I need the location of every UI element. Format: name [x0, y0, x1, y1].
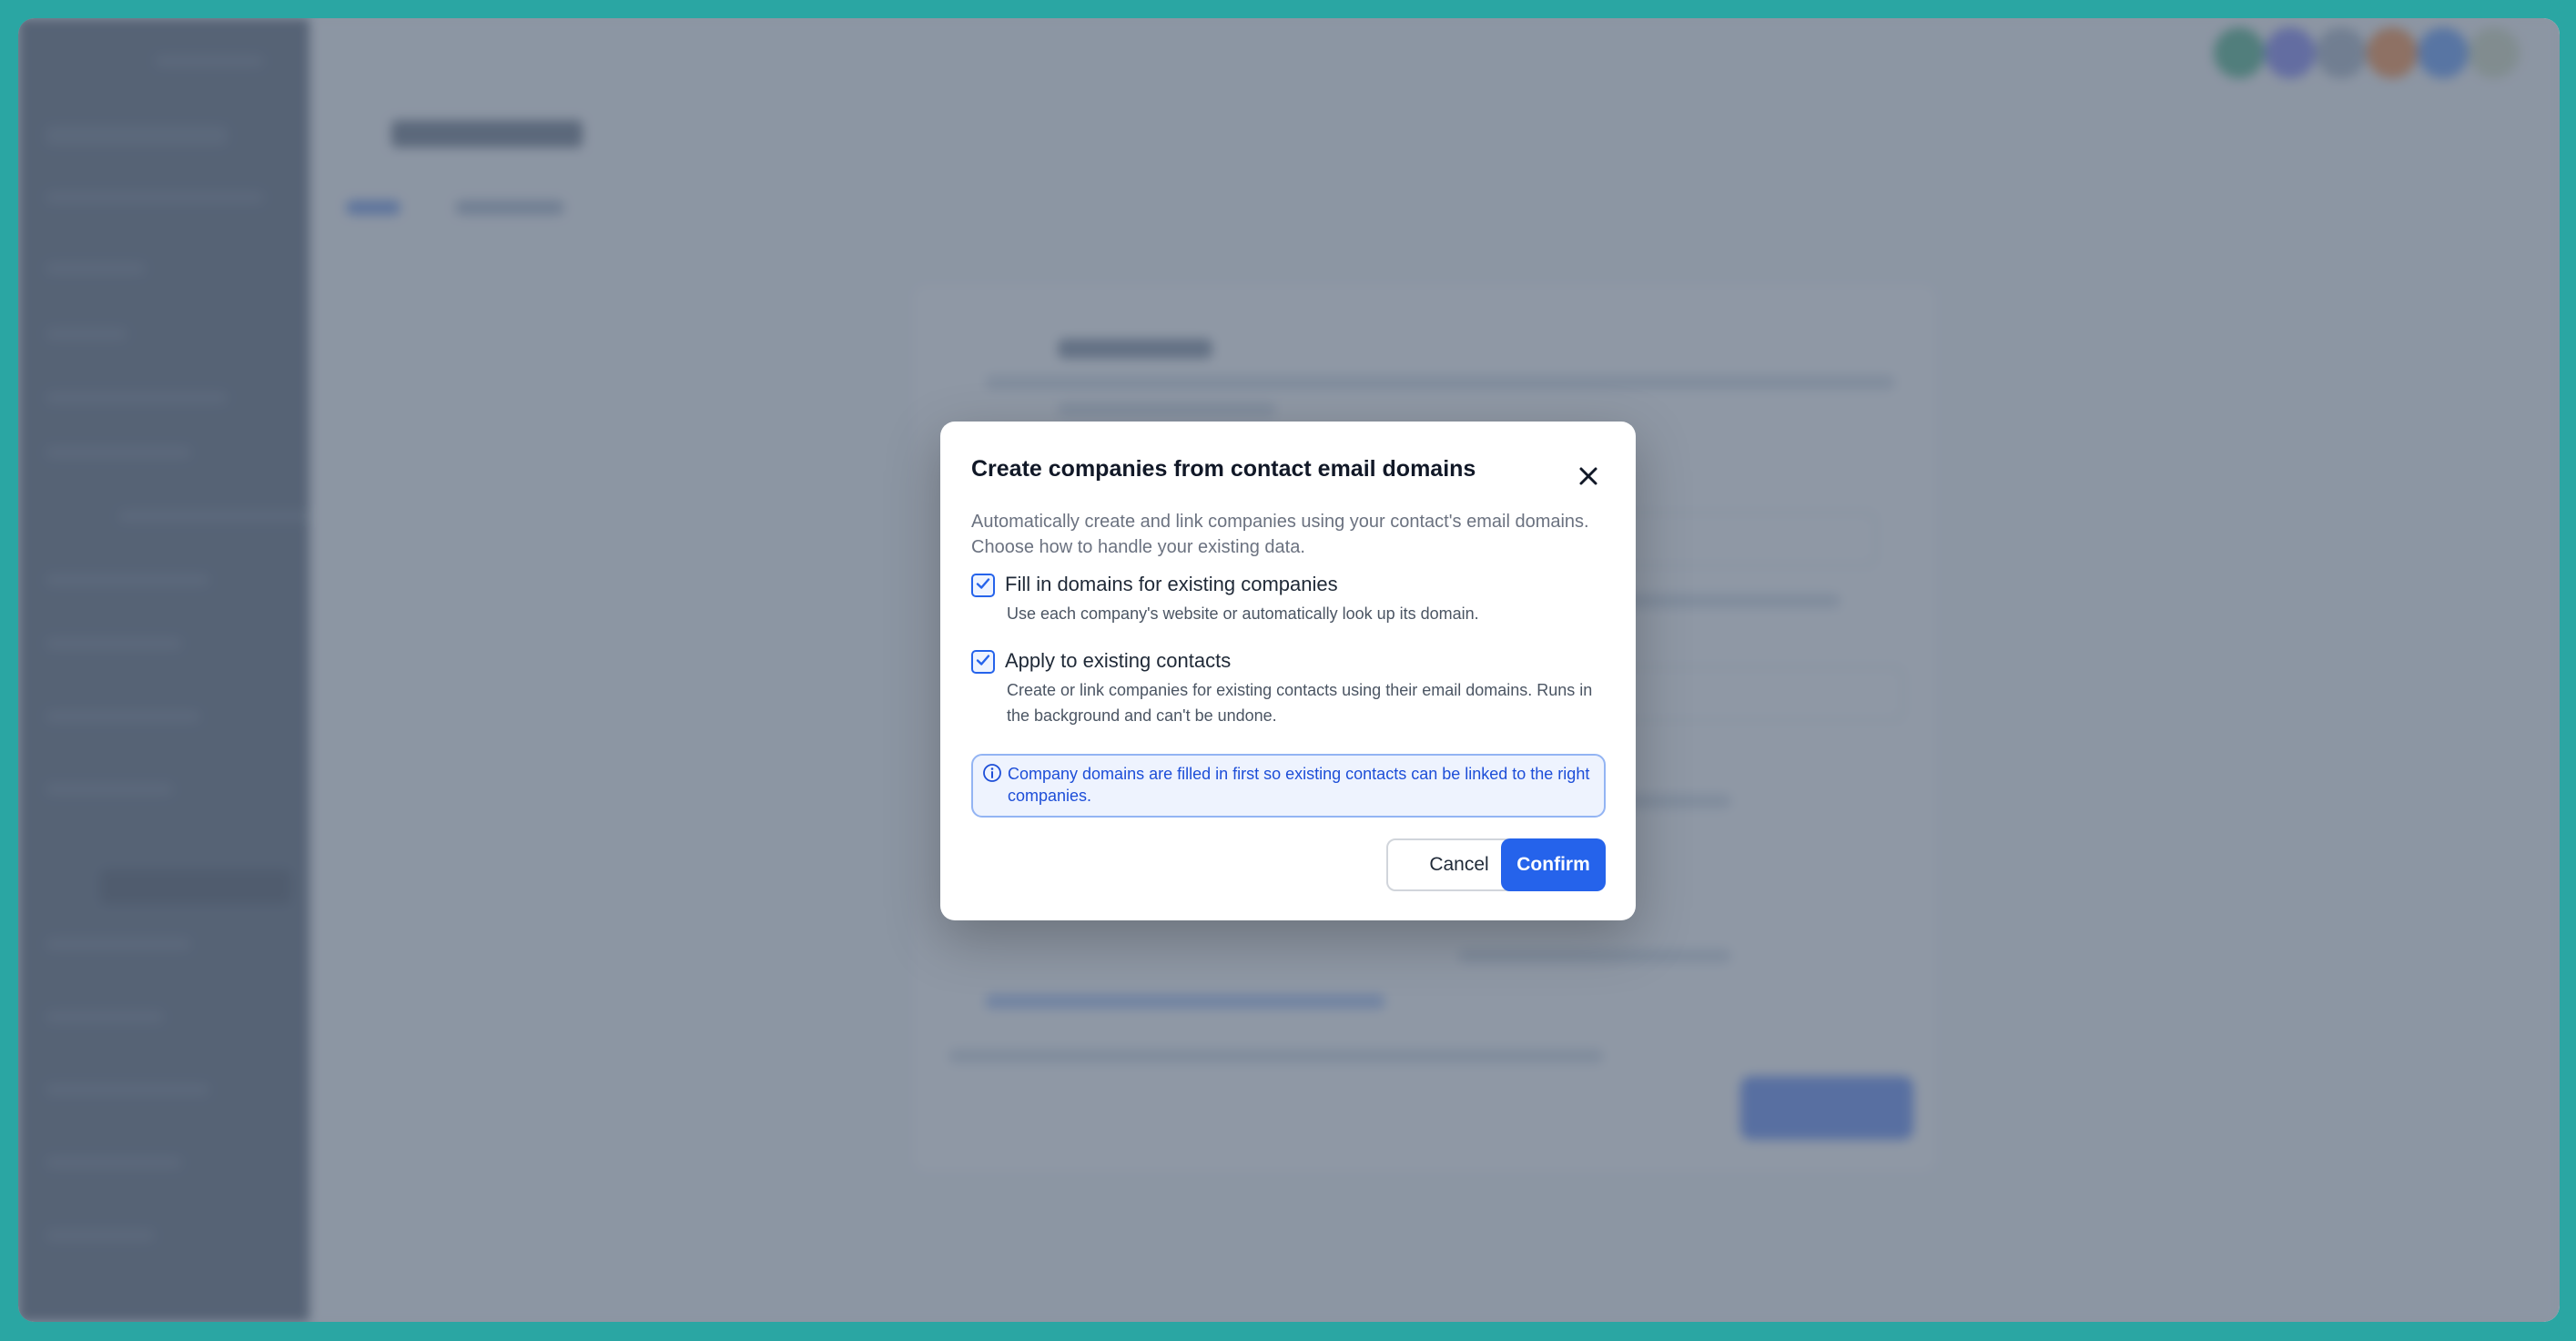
confirm-button[interactable]: Confirm	[1501, 838, 1606, 891]
apply-contacts-label[interactable]: Apply to existing contacts	[1005, 649, 1231, 673]
fill-domains-help: Use each company's website or automatica…	[1007, 604, 1479, 623]
info-callout: Company domains are filled in first so e…	[971, 754, 1606, 818]
check-icon	[975, 575, 991, 596]
fill-domains-checkbox[interactable]	[971, 574, 995, 597]
info-callout-text: Company domains are filled in first so e…	[1008, 765, 1590, 805]
dialog-description: Automatically create and link companies …	[971, 512, 1589, 557]
apply-contacts-help: Create or link companies for existing co…	[1007, 681, 1593, 725]
fill-domains-label[interactable]: Fill in domains for existing companies	[1005, 573, 1338, 596]
dialog-title: Create companies from contact email doma…	[971, 456, 1476, 482]
close-icon	[1578, 466, 1598, 491]
create-companies-dialog: Create companies from contact email doma…	[940, 422, 1636, 920]
check-icon	[975, 652, 991, 673]
info-icon	[982, 763, 1002, 787]
close-button[interactable]	[1570, 460, 1607, 496]
apply-contacts-checkbox[interactable]	[971, 650, 995, 674]
